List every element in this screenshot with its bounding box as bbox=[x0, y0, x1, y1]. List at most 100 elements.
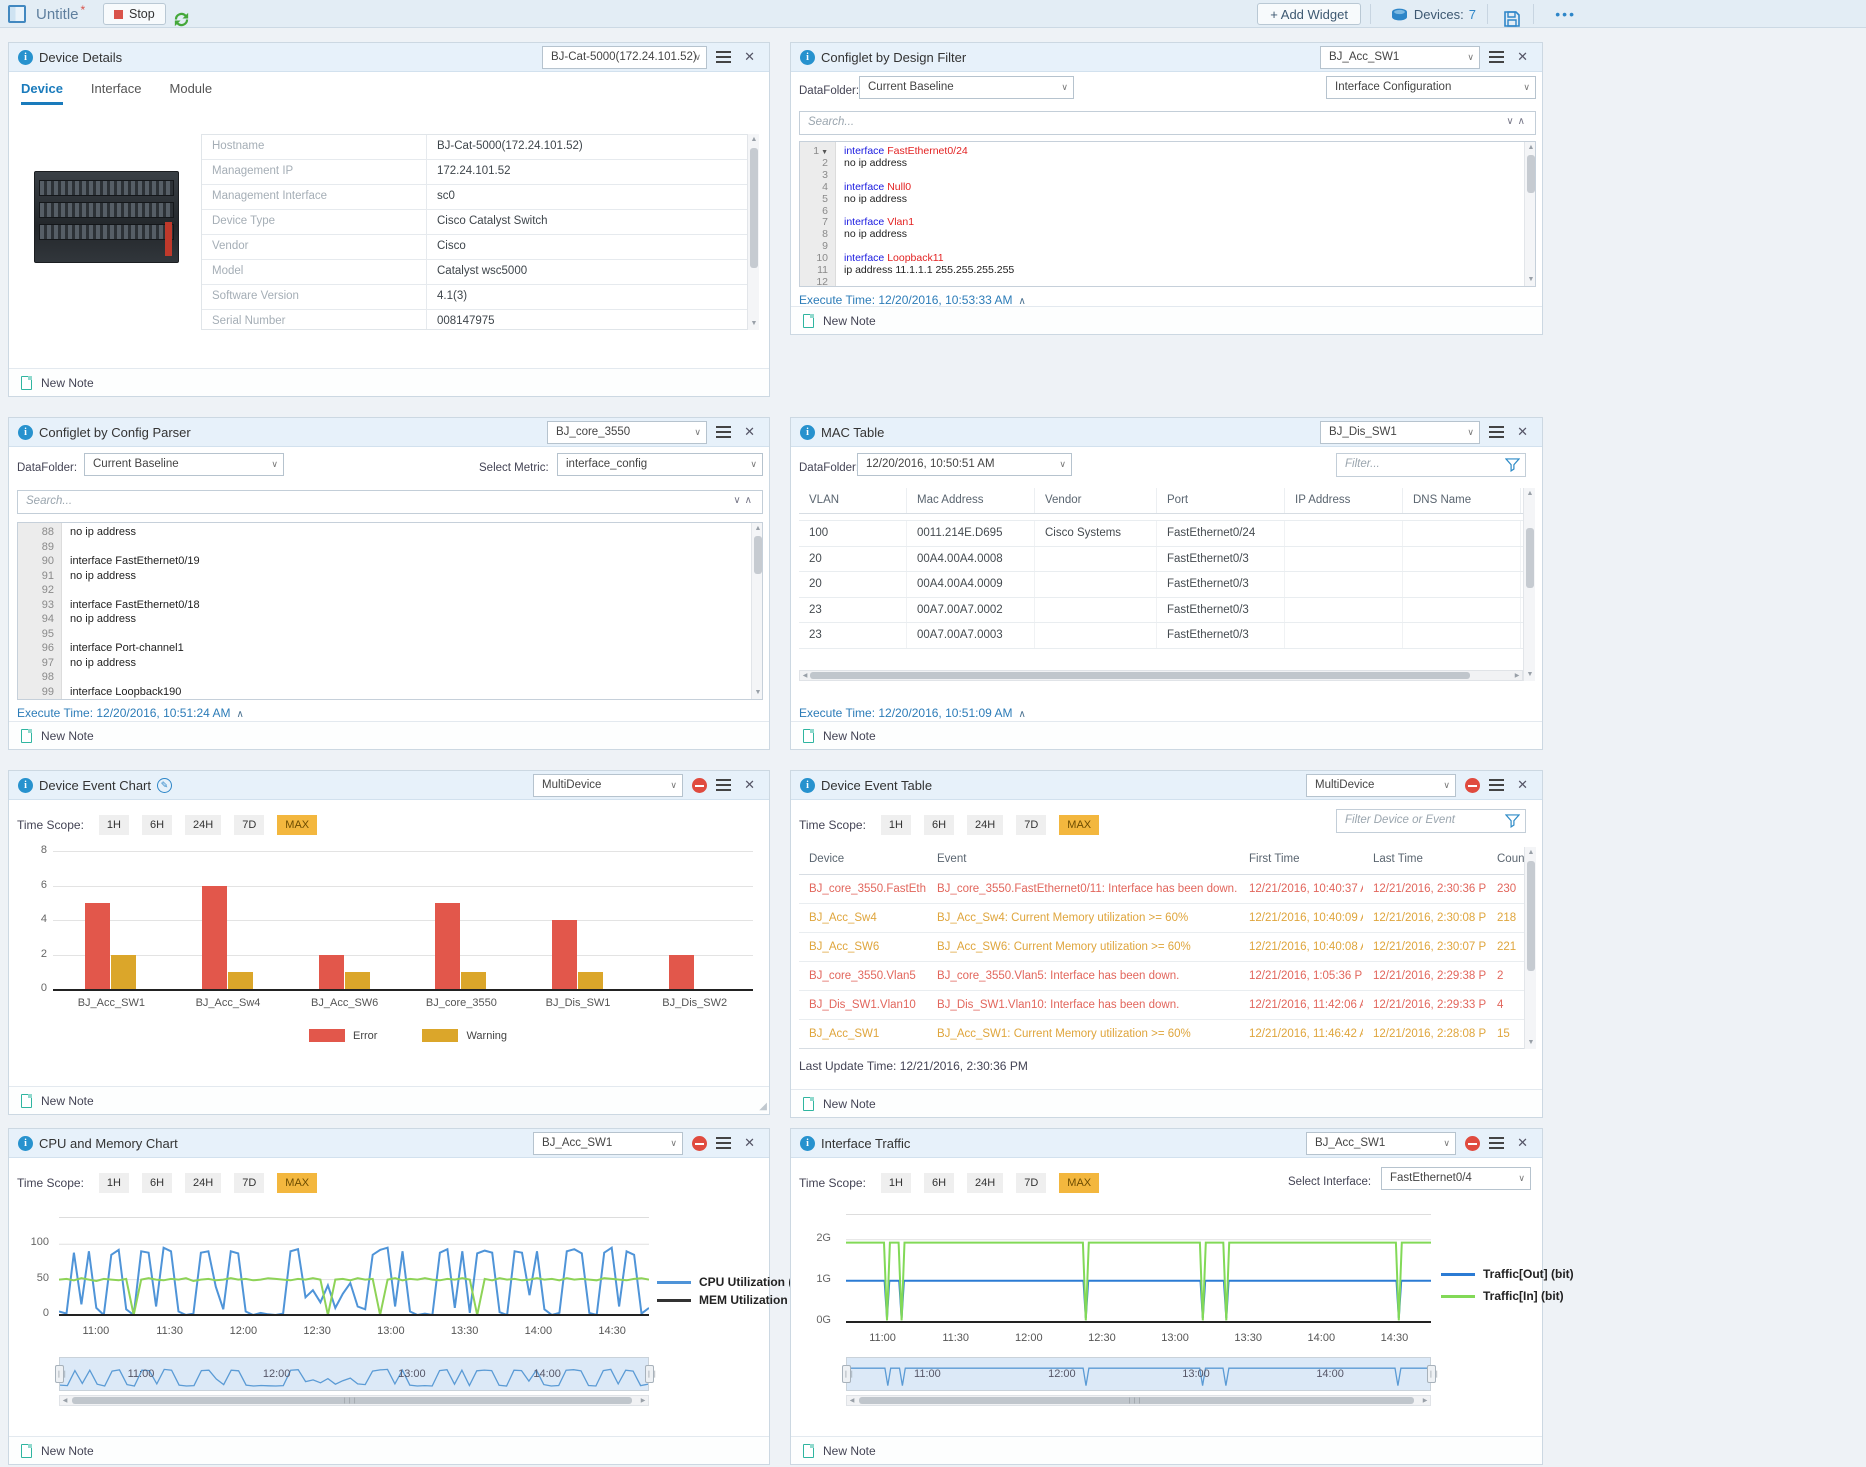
time-scope-max[interactable]: MAX bbox=[1059, 1173, 1099, 1193]
close-icon[interactable]: ✕ bbox=[1517, 49, 1528, 65]
widget-menu-icon[interactable] bbox=[716, 426, 731, 438]
info-icon[interactable]: i bbox=[18, 50, 33, 65]
time-scope-7d[interactable]: 7D bbox=[234, 1173, 264, 1193]
filter-input[interactable]: Filter Device or Event bbox=[1336, 809, 1526, 833]
device-selector-dropdown[interactable]: BJ_Acc_SW1∨ bbox=[533, 1132, 683, 1155]
time-scope-7d[interactable]: 7D bbox=[1016, 815, 1046, 835]
device-selector-dropdown[interactable]: BJ_core_3550∨ bbox=[547, 421, 707, 444]
time-scope-6h[interactable]: 6H bbox=[924, 815, 954, 835]
table-hscrollbar[interactable]: ◀▶ bbox=[799, 670, 1523, 681]
brush-handle-right[interactable]: ❘❘ bbox=[645, 1365, 654, 1383]
filter-input[interactable]: Filter... bbox=[1336, 453, 1526, 477]
search-nav-icons[interactable]: ∨∧ bbox=[1506, 116, 1529, 127]
time-scope-1h[interactable]: 1H bbox=[99, 1173, 129, 1193]
time-scope-24h[interactable]: 24H bbox=[967, 1173, 1003, 1193]
time-scope-7d[interactable]: 7D bbox=[234, 815, 264, 835]
info-icon[interactable]: i bbox=[800, 778, 815, 793]
time-scope-24h[interactable]: 24H bbox=[967, 815, 1003, 835]
close-icon[interactable]: ✕ bbox=[744, 49, 755, 65]
time-scope-max[interactable]: MAX bbox=[1059, 815, 1099, 835]
tab-device[interactable]: Device bbox=[21, 81, 63, 105]
column-header[interactable]: IP Address bbox=[1285, 488, 1403, 513]
code-scrollbar[interactable]: ▲▼ bbox=[1524, 142, 1535, 286]
config-filter-dropdown[interactable]: Interface Configuration∨ bbox=[1326, 76, 1536, 99]
info-icon[interactable]: i bbox=[18, 1136, 33, 1151]
close-icon[interactable]: ✕ bbox=[1517, 1135, 1528, 1151]
time-scope-6h[interactable]: 6H bbox=[142, 1173, 172, 1193]
datafolder-dropdown[interactable]: Current Baseline∨ bbox=[84, 453, 284, 476]
event-row[interactable]: BJ_Acc_Sw4BJ_Acc_Sw4: Current Memory uti… bbox=[799, 904, 1524, 933]
widget-menu-icon[interactable] bbox=[716, 779, 731, 791]
new-note-button[interactable]: New Note bbox=[823, 314, 876, 328]
brush-handle-left[interactable]: ❘❘ bbox=[55, 1365, 64, 1383]
info-icon[interactable]: i bbox=[800, 50, 815, 65]
info-icon[interactable]: i bbox=[800, 425, 815, 440]
filter-funnel-icon[interactable] bbox=[1505, 814, 1520, 833]
datafolder-dropdown[interactable]: Current Baseline∨ bbox=[859, 76, 1074, 99]
time-scope-6h[interactable]: 6H bbox=[924, 1173, 954, 1193]
new-note-button[interactable]: New Note bbox=[41, 376, 94, 390]
time-scope-6h[interactable]: 6H bbox=[142, 815, 172, 835]
column-header[interactable]: Device bbox=[799, 847, 927, 874]
save-icon[interactable] bbox=[1503, 5, 1521, 33]
table-scrollbar[interactable]: ▲▼ bbox=[747, 134, 759, 330]
select-interface-dropdown[interactable]: FastEthernet0/4∨ bbox=[1381, 1167, 1531, 1190]
time-scope-1h[interactable]: 1H bbox=[881, 815, 911, 835]
resize-handle[interactable]: ◢ bbox=[759, 1101, 767, 1112]
info-icon[interactable]: i bbox=[800, 1136, 815, 1151]
info-icon[interactable]: i bbox=[18, 425, 33, 440]
time-scope-1h[interactable]: 1H bbox=[99, 815, 129, 835]
widget-menu-icon[interactable] bbox=[1489, 1137, 1504, 1149]
table-vscrollbar[interactable]: ▲▼ bbox=[1523, 488, 1535, 681]
time-range-brush[interactable]: 11:0012:0013:0014:00 bbox=[59, 1357, 649, 1391]
info-icon[interactable]: i bbox=[18, 778, 33, 793]
device-selector-dropdown[interactable]: MultiDevice∨ bbox=[1306, 774, 1456, 797]
stop-button[interactable]: Stop bbox=[103, 3, 166, 25]
column-header[interactable]: Event bbox=[927, 847, 1239, 874]
devices-button[interactable]: Devices: 7 bbox=[1391, 0, 1476, 28]
table-row[interactable]: 2000A4.00A4.0009FastEthernet0/3 bbox=[799, 572, 1523, 598]
search-input[interactable]: Search... ∨∧ bbox=[799, 111, 1536, 135]
close-icon[interactable]: ✕ bbox=[1517, 777, 1528, 793]
widget-menu-icon[interactable] bbox=[1489, 426, 1504, 438]
refresh-icon[interactable] bbox=[172, 5, 191, 33]
column-header[interactable]: Vendor bbox=[1035, 488, 1157, 513]
device-selector-dropdown[interactable]: MultiDevice∨ bbox=[533, 774, 683, 797]
device-selector-dropdown[interactable]: BJ_Acc_SW1∨ bbox=[1320, 46, 1480, 69]
event-row[interactable]: BJ_Dis_SW1.Vlan10BJ_Dis_SW1.Vlan10: Inte… bbox=[799, 991, 1524, 1020]
time-scope-max[interactable]: MAX bbox=[277, 1173, 317, 1193]
add-widget-button[interactable]: + Add Widget bbox=[1257, 3, 1361, 25]
tab-interface[interactable]: Interface bbox=[91, 81, 142, 105]
column-header[interactable]: First Time bbox=[1239, 847, 1363, 874]
stop-monitor-icon[interactable] bbox=[1465, 1136, 1480, 1151]
widget-menu-icon[interactable] bbox=[716, 51, 731, 63]
widget-menu-icon[interactable] bbox=[1489, 779, 1504, 791]
datafolder-dropdown[interactable]: 12/20/2016, 10:50:51 AM∨ bbox=[857, 453, 1072, 476]
search-input[interactable]: Search... ∨∧ bbox=[17, 490, 763, 514]
more-menu-button[interactable]: ••• bbox=[1555, 0, 1576, 28]
table-row[interactable]: 2300A7.00A7.0003FastEthernet0/3 bbox=[799, 623, 1523, 649]
column-header[interactable]: VLAN bbox=[799, 488, 907, 513]
device-selector-dropdown[interactable]: BJ_Acc_SW1∨ bbox=[1306, 1132, 1456, 1155]
close-icon[interactable]: ✕ bbox=[744, 1135, 755, 1151]
close-icon[interactable]: ✕ bbox=[744, 777, 755, 793]
code-scrollbar[interactable]: ▲▼ bbox=[751, 523, 762, 699]
table-vscrollbar[interactable]: ▲▼ bbox=[1524, 847, 1536, 1049]
column-header[interactable]: Last Time bbox=[1363, 847, 1487, 874]
event-row[interactable]: BJ_core_3550.FastEth...BJ_core_3550.Fast… bbox=[799, 875, 1524, 904]
new-note-button[interactable]: New Note bbox=[41, 1444, 94, 1458]
brush-handle-left[interactable]: ❘❘ bbox=[842, 1365, 851, 1383]
stop-monitor-icon[interactable] bbox=[692, 1136, 707, 1151]
event-row[interactable]: BJ_Acc_SW6BJ_Acc_SW6: Current Memory uti… bbox=[799, 933, 1524, 962]
filter-funnel-icon[interactable] bbox=[1505, 458, 1520, 477]
new-note-button[interactable]: New Note bbox=[823, 729, 876, 743]
table-row[interactable]: 2300A7.00A7.0002FastEthernet0/3 bbox=[799, 598, 1523, 624]
time-scope-24h[interactable]: 24H bbox=[185, 815, 221, 835]
column-header[interactable]: Count bbox=[1487, 847, 1524, 874]
brush-scrollbar[interactable]: ◀▶ ❘❘❘ bbox=[846, 1395, 1431, 1406]
table-row[interactable]: 1000011.214E.D695Cisco SystemsFastEthern… bbox=[799, 521, 1523, 547]
column-header[interactable]: Port bbox=[1157, 488, 1285, 513]
close-icon[interactable]: ✕ bbox=[1517, 424, 1528, 440]
time-scope-1h[interactable]: 1H bbox=[881, 1173, 911, 1193]
device-selector-dropdown[interactable]: BJ-Cat-5000(172.24.101.52)∨ bbox=[542, 46, 707, 69]
